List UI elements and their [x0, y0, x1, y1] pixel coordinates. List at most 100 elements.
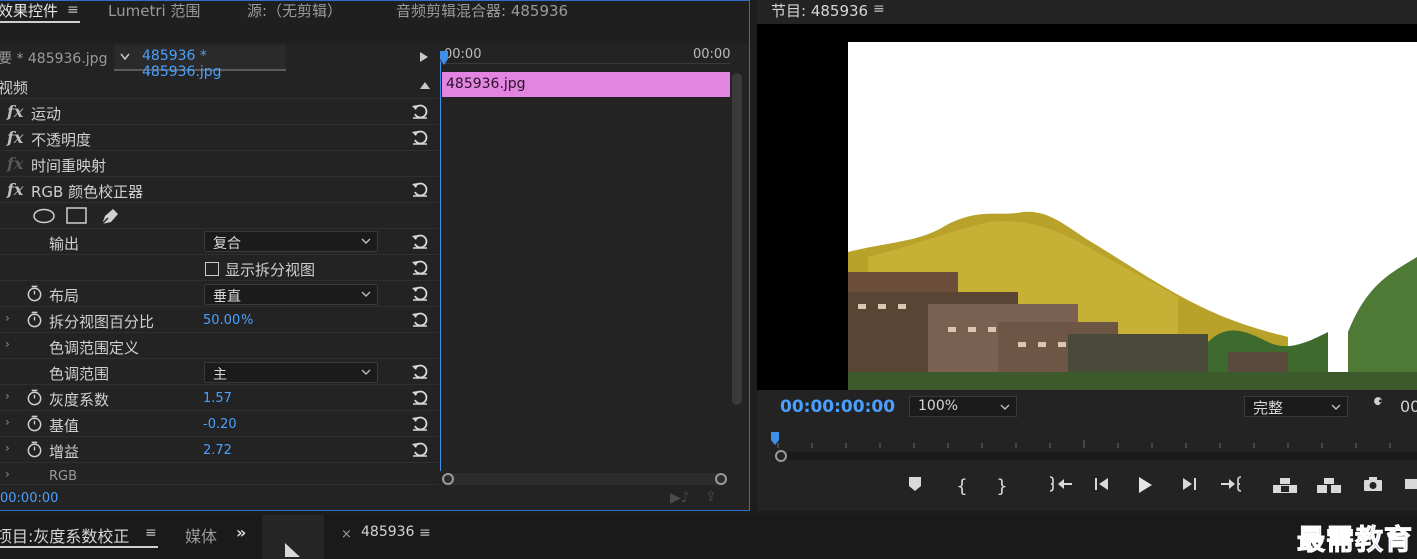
param-row-rgb[interactable]: › RGB	[0, 463, 438, 485]
stopwatch-icon[interactable]	[26, 441, 43, 458]
stopwatch-icon[interactable]	[26, 311, 43, 328]
active-tab-underline	[0, 21, 80, 23]
gamma-value[interactable]: 1.57	[203, 391, 232, 406]
zoom-level-dropdown[interactable]: 100%	[909, 396, 1017, 417]
step-back-button[interactable]	[1090, 476, 1114, 498]
chevron-right-icon[interactable]: ›	[5, 337, 10, 351]
panel-menu-icon[interactable]: ≡	[419, 525, 431, 541]
pen-mask-icon[interactable]	[99, 206, 121, 226]
video-viewport[interactable]	[757, 24, 1417, 390]
panel-overflow-button[interactable]: »	[236, 523, 246, 542]
effect-row-rgb-color-corrector[interactable]: fx RGB 颜色校正器	[0, 177, 438, 203]
play-button[interactable]	[1133, 476, 1157, 498]
reset-icon[interactable]	[410, 309, 430, 329]
stopwatch-icon[interactable]	[26, 285, 43, 302]
timeline-end-time: 00:00	[693, 47, 731, 62]
lift-button[interactable]	[1271, 476, 1299, 498]
param-row-tonal-range: 色调范围 主	[0, 359, 438, 385]
chevron-down-icon	[1331, 404, 1341, 410]
scroll-handle-right[interactable]	[715, 473, 727, 485]
fx-badge-icon[interactable]: fx	[7, 128, 23, 147]
ellipse-mask-icon[interactable]	[32, 208, 56, 224]
play-triangle-icon[interactable]	[420, 52, 428, 62]
chevron-right-icon[interactable]: ›	[5, 441, 10, 455]
chevron-right-icon[interactable]: ›	[5, 415, 10, 429]
split-view-checkbox[interactable]	[205, 262, 219, 276]
collapse-up-icon[interactable]	[420, 82, 430, 89]
wrench-icon[interactable]	[1367, 396, 1387, 416]
zoom-scroll-bar[interactable]	[775, 452, 1417, 460]
reset-icon[interactable]	[410, 439, 430, 459]
chevron-right-icon[interactable]: ›	[5, 467, 10, 481]
go-to-in-button[interactable]	[1046, 476, 1076, 498]
effect-label: 时间重映射	[31, 157, 107, 175]
pedestal-value[interactable]: -0.20	[203, 417, 237, 432]
tab-source[interactable]: 源:（无剪辑）	[247, 1, 342, 25]
extract-button[interactable]	[1315, 476, 1343, 498]
timeline-horizontal-scrollbar[interactable]	[442, 473, 727, 485]
playhead-icon[interactable]	[771, 432, 781, 446]
program-monitor-title[interactable]: 节目: 485936	[771, 0, 868, 21]
panel-menu-icon[interactable]: ≡	[873, 1, 885, 17]
layout-dropdown[interactable]: 垂直	[204, 284, 378, 305]
reset-icon[interactable]	[410, 283, 430, 303]
stopwatch-icon[interactable]	[26, 389, 43, 406]
playhead-icon[interactable]	[440, 51, 450, 67]
mark-in-button[interactable]: {	[950, 476, 974, 498]
effect-row-opacity[interactable]: fx 不透明度	[0, 125, 438, 151]
audio-filter-icon[interactable]: ▶♪	[670, 490, 690, 506]
add-marker-button[interactable]	[903, 476, 927, 498]
scroll-handle-left[interactable]	[442, 473, 454, 485]
reset-icon[interactable]	[410, 179, 430, 199]
effect-controls-timecode[interactable]: 00:00:00	[0, 491, 58, 506]
reset-icon[interactable]	[410, 127, 430, 147]
playback-resolution-dropdown[interactable]: 完整	[1244, 396, 1348, 417]
timeline-clip[interactable]: 485936.jpg	[442, 72, 730, 97]
tab-timeline-sequence[interactable]: 485936	[361, 524, 414, 540]
tab-project[interactable]: 项目:灰度系数校正	[0, 523, 129, 547]
reset-icon[interactable]	[410, 257, 430, 277]
time-ruler[interactable]	[775, 434, 1417, 448]
effect-row-time-remap[interactable]: fx 时间重映射	[0, 151, 438, 177]
export-frame-button[interactable]	[1361, 476, 1385, 498]
tab-lumetri-scopes[interactable]: Lumetri 范围	[108, 1, 200, 25]
effect-row-motion[interactable]: fx 运动	[0, 99, 438, 125]
split-percent-value[interactable]: 50.00	[203, 313, 240, 328]
section-video-header[interactable]: 视频	[0, 73, 438, 99]
chevron-right-icon[interactable]: ›	[5, 389, 10, 403]
rectangle-mask-icon[interactable]	[66, 207, 88, 225]
reset-icon[interactable]	[410, 361, 430, 381]
reset-icon[interactable]	[410, 101, 430, 121]
step-forward-button[interactable]	[1177, 476, 1201, 498]
export-frame-icon[interactable]: ⇪	[705, 489, 717, 505]
gain-value[interactable]: 2.72	[203, 443, 232, 458]
tab-media-browser[interactable]: 媒体	[185, 523, 217, 547]
timeline-vertical-scrollbar[interactable]	[732, 73, 742, 405]
effect-timeline[interactable]: 00:00 00:00	[440, 45, 730, 485]
tab-audio-clip-mixer[interactable]: 音频剪辑混合器: 485936	[396, 1, 568, 25]
fx-badge-icon[interactable]: fx	[7, 102, 23, 121]
mark-out-button[interactable]: }	[990, 476, 1014, 498]
go-to-out-button[interactable]	[1217, 476, 1247, 498]
lift-icon	[1273, 478, 1297, 493]
chevron-down-icon	[1000, 404, 1010, 410]
panel-menu-icon[interactable]: ≡	[67, 2, 79, 18]
param-row-tonal-range-definition[interactable]: › 色调范围定义	[0, 333, 438, 359]
reset-icon[interactable]	[410, 387, 430, 407]
fx-badge-icon[interactable]: fx	[7, 180, 23, 199]
reset-icon[interactable]	[410, 231, 430, 251]
program-timecode[interactable]: 00:00:00:00	[780, 397, 895, 417]
reset-icon[interactable]	[410, 413, 430, 433]
clip-dropdown[interactable]: 485936 * 485936.jpg	[114, 45, 286, 80]
tonal-range-dropdown[interactable]: 主	[204, 362, 378, 383]
panel-menu-icon[interactable]: ≡	[145, 525, 157, 541]
zoom-scroll-handle[interactable]	[775, 450, 787, 462]
button-editor-partial[interactable]	[1401, 476, 1417, 498]
stopwatch-icon[interactable]	[26, 415, 43, 432]
close-tab-icon[interactable]: ×	[341, 527, 352, 542]
master-clip-label[interactable]: 要 * 485936.jpg	[0, 48, 107, 68]
duration-timecode-partial: 00	[1400, 397, 1417, 416]
chevron-right-icon[interactable]: ›	[5, 311, 10, 325]
output-dropdown[interactable]: 复合	[204, 231, 378, 252]
selection-tool-icon[interactable]	[284, 543, 302, 559]
